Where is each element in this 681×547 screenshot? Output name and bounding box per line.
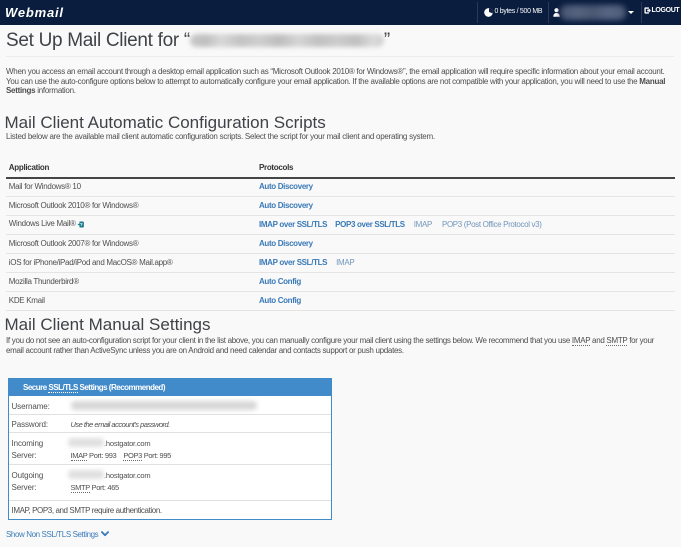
svg-text:?: ? <box>79 222 82 228</box>
